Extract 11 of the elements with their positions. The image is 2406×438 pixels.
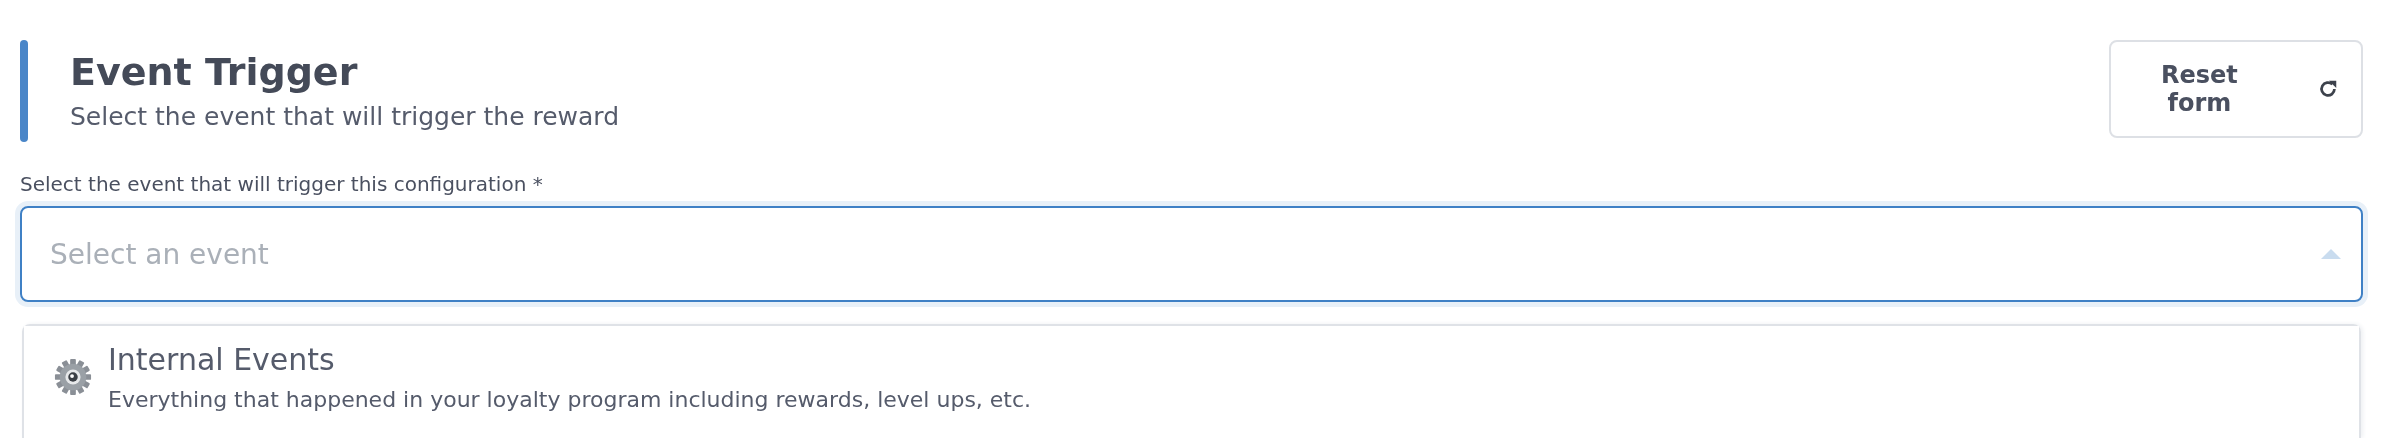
- refresh-icon: [2317, 78, 2339, 100]
- option-description: Everything that happened in your loyalty program including rewards, level ups, etc.: [108, 387, 1032, 412]
- caret-up-icon: [2321, 249, 2341, 259]
- dropdown-option[interactable]: Internal Events Everything that happened in your loyalty program including rewards, level ups, etc.: [24, 326, 2359, 428]
- option-title: Internal Events: [108, 342, 336, 377]
- select-placeholder: Select an event: [50, 237, 269, 271]
- reset-form-button[interactable]: Reset form: [2109, 40, 2363, 138]
- field-label: Select the event that will trigger this configuration *: [20, 172, 544, 196]
- section-title: Event Trigger: [70, 49, 359, 96]
- section-subtitle: Select the event that will trigger the reward: [70, 102, 620, 131]
- gear-icon: [54, 358, 92, 396]
